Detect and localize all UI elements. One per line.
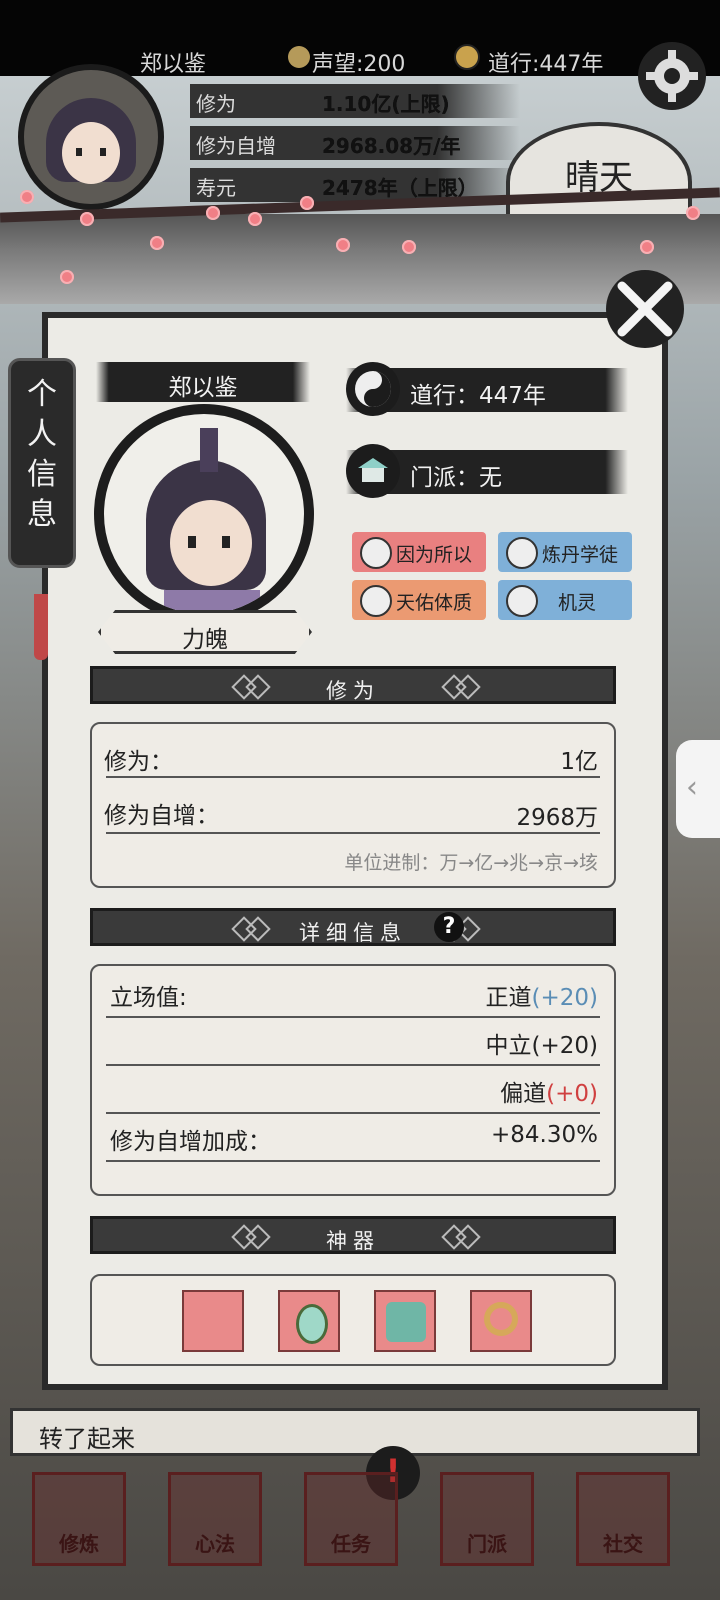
section-details-header: 详细信息 xyxy=(90,908,616,946)
nav-sect[interactable]: 门派 xyxy=(440,1472,534,1566)
player-avatar[interactable] xyxy=(18,64,164,210)
mirror-icon[interactable] xyxy=(278,1290,340,1352)
nav-techniques[interactable]: 心法 xyxy=(168,1472,262,1566)
tab-personal-info[interactable]: 个 人 信 息 xyxy=(8,358,76,568)
yinyang-icon xyxy=(454,44,480,70)
nav-cultivate[interactable]: 修炼 xyxy=(32,1472,126,1566)
stance-neutral: 中立(+20) xyxy=(485,1033,598,1059)
nav-social[interactable]: 社交 xyxy=(576,1472,670,1566)
trait-tag[interactable]: 炼丹学徒 xyxy=(498,532,632,572)
bonus-label: 修为自增加成： xyxy=(110,1129,271,1155)
sect-badge: 门派：无 xyxy=(346,444,628,498)
blossom xyxy=(686,206,700,220)
ring-icon[interactable] xyxy=(470,1290,532,1352)
blossom xyxy=(60,270,74,284)
reputation-value: 声望:200 xyxy=(312,52,406,77)
blossom xyxy=(248,212,262,226)
artifacts-card xyxy=(90,1274,616,1366)
yinyang-icon xyxy=(346,362,400,416)
daoxing-value: 道行：447年 xyxy=(410,383,546,409)
temple-icon xyxy=(346,444,400,498)
message-bar: 转了起来 xyxy=(10,1408,700,1456)
nav-quests[interactable]: 任务 xyxy=(304,1472,398,1566)
cultivation-rate-value: 2968万 xyxy=(516,805,598,831)
blossom xyxy=(206,206,220,220)
player-name-label: 郑以鉴 xyxy=(140,52,207,77)
pouch-icon xyxy=(506,537,538,569)
section-artifacts-header: 神器 xyxy=(90,1216,616,1254)
help-icon[interactable]: ? xyxy=(434,912,464,942)
pouch-icon xyxy=(360,585,392,617)
pouch-icon xyxy=(360,537,392,569)
blossom xyxy=(150,236,164,250)
blossom xyxy=(402,240,416,254)
profile-name: 郑以鉴 xyxy=(168,375,238,401)
stat-row-cultivation: 修为 1.10亿(上限) xyxy=(190,84,520,118)
trait-tag[interactable]: 天佑体质 xyxy=(352,580,486,620)
side-expand-handle[interactable]: ‹ xyxy=(676,740,720,838)
stance-righteous: 正道(+20) xyxy=(485,985,598,1011)
close-button[interactable] xyxy=(606,270,684,348)
trait-tag[interactable]: 机灵 xyxy=(498,580,632,620)
stance-label: 立场值: xyxy=(110,985,187,1011)
cultivation-card: 修为： 1亿 修为自增： 2968万 单位进制：万→亿→兆→京→垓 xyxy=(90,722,616,888)
stance-heterodox: 偏道(+0) xyxy=(500,1081,598,1107)
blossom xyxy=(640,240,654,254)
daoxing-badge: 道行：447年 xyxy=(346,362,628,416)
close-icon xyxy=(617,281,673,337)
seal-icon[interactable] xyxy=(374,1290,436,1352)
trait-tag[interactable]: 因为所以 xyxy=(352,532,486,572)
bonus-value: +84.30% xyxy=(491,1122,598,1148)
daoxing-top-value: 道行:447年 xyxy=(488,52,604,77)
soul-badge: 力魄 xyxy=(98,610,312,654)
profile-avatar xyxy=(94,404,314,624)
settings-button[interactable] xyxy=(638,42,706,110)
tassel-icon xyxy=(34,594,48,660)
fan-icon[interactable] xyxy=(182,1290,244,1352)
cultivation-rate-label: 修为自增： xyxy=(104,803,219,829)
section-cultivation-header: 修为 xyxy=(90,666,616,704)
blossom xyxy=(80,212,94,226)
stat-row-cultivation-rate: 修为自增 2968.08万/年 xyxy=(190,126,520,160)
message-text: 转了起来 xyxy=(39,1425,135,1453)
cultivation-value: 1亿 xyxy=(560,749,598,775)
profile-name-banner: 郑以鉴 xyxy=(96,362,310,402)
sect-value: 门派：无 xyxy=(410,465,502,491)
gear-icon xyxy=(646,50,698,102)
pouch-icon xyxy=(506,585,538,617)
unit-note: 单位进制：万→亿→兆→京→垓 xyxy=(344,852,598,874)
blossom xyxy=(336,238,350,252)
chevron-left-icon: ‹ xyxy=(686,770,698,805)
details-card: 立场值: 正道(+20) 中立(+20) 偏道(+0) 修为自增加成： +84.… xyxy=(90,964,616,1196)
blossom xyxy=(300,196,314,210)
blossom xyxy=(20,190,34,204)
cultivation-label: 修为： xyxy=(104,749,173,775)
reputation-icon xyxy=(288,46,310,68)
